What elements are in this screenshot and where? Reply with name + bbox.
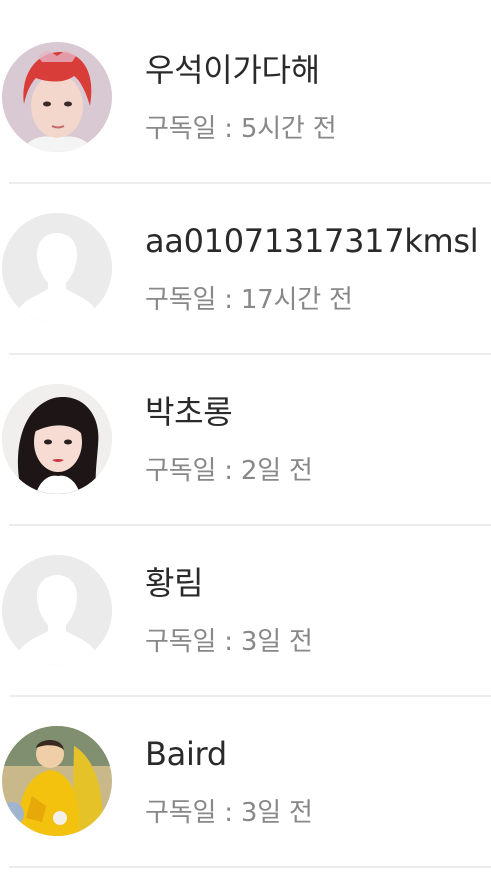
subscriber-name: 우석이가다해 [145,51,320,89]
profile-photo-icon[interactable] [2,384,112,494]
subscriber-list: 우석이가다해 구독일 : 5시간 전 aa01071317317kmsl 구독일… [0,0,491,873]
subscribed-time: 구독일 : 17시간 전 [145,285,353,315]
subscriber-name: 박초롱 [145,393,233,431]
subscriber-row[interactable]: Baird 구독일 : 3일 전 [0,684,491,868]
profile-photo-icon[interactable] [2,42,112,152]
default-avatar-icon[interactable] [2,555,112,665]
subscriber-row[interactable]: 우석이가다해 구독일 : 5시간 전 [0,0,491,184]
profile-photo-icon[interactable] [2,726,112,836]
subscribed-time: 구독일 : 5시간 전 [145,114,337,144]
subscriber-name: Baird [145,735,227,773]
subscriber-name: 황림 [145,564,204,602]
subscriber-row[interactable]: 박초롱 구독일 : 2일 전 [0,342,491,526]
subscriber-name: aa01071317317kmsl [145,222,479,260]
divider [9,866,491,868]
subscribed-time: 구독일 : 3일 전 [145,798,313,828]
subscribed-time: 구독일 : 2일 전 [145,456,313,486]
subscribed-time: 구독일 : 3일 전 [145,627,313,657]
default-avatar-icon[interactable] [2,213,112,323]
subscriber-row[interactable]: aa01071317317kmsl 구독일 : 17시간 전 [0,171,491,355]
subscriber-row[interactable]: 황림 구독일 : 3일 전 [0,513,491,697]
